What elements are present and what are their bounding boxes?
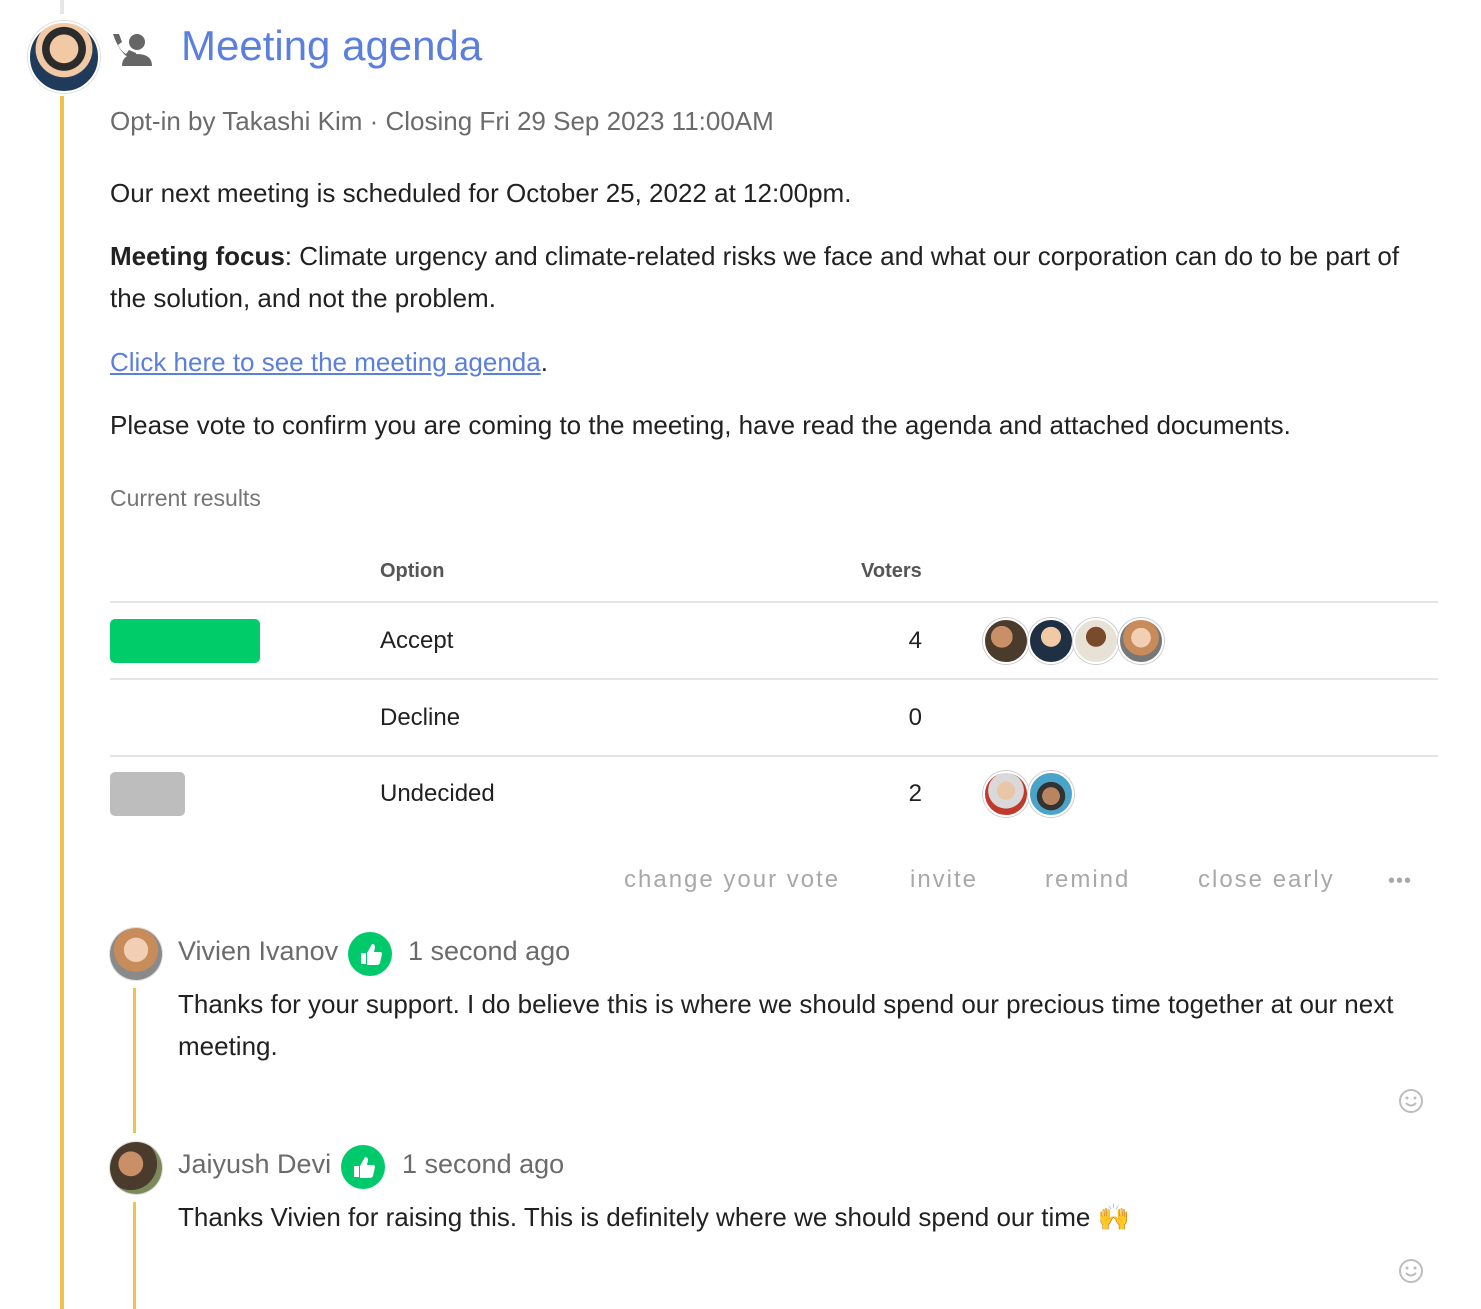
opt-in-poll-icon [113, 34, 152, 66]
result-bar-accept [110, 619, 260, 663]
poll-meta: Opt-in by Takashi Kim · Closing Fri 29 S… [110, 106, 774, 136]
poll-title[interactable]: Meeting agenda [181, 22, 482, 70]
result-bar-undecided [110, 772, 185, 816]
vote-request: Please vote to confirm you are coming to… [110, 410, 1291, 440]
voter-avatar[interactable] [983, 771, 1029, 817]
thumbs-up-icon [354, 1157, 375, 1178]
close-early-button[interactable]: close early [1198, 866, 1335, 894]
comment-body: Thanks for your support. I do believe th… [178, 989, 1394, 1061]
comment-thread-line [133, 988, 136, 1133]
poll-focus-paragraph: Meeting focus: Climate urgency and clima… [110, 235, 1440, 319]
voter-avatar[interactable] [1118, 618, 1164, 664]
focus-label: Meeting focus [110, 241, 285, 271]
comment-author-name[interactable]: Jaiyush Devi [178, 1149, 331, 1180]
agenda-link-suffix: . [540, 347, 548, 377]
option-label-accept: Accept [380, 627, 454, 654]
comment-timestamp: 1 second ago [408, 936, 571, 966]
agree-badge [341, 1145, 385, 1189]
focus-text: : Climate urgency and climate-related ri… [110, 241, 1400, 313]
voter-count-undecided: 2 [908, 780, 922, 807]
add-reaction-icon[interactable] [1398, 1258, 1424, 1284]
agenda-link-paragraph: Click here to see the meeting agenda. [110, 341, 1440, 383]
remind-button[interactable]: remind [1045, 866, 1130, 894]
column-header-option: Option [380, 560, 445, 582]
add-reaction-icon[interactable] [1398, 1088, 1424, 1114]
comment-author-avatar[interactable] [110, 1142, 162, 1194]
row-divider [110, 678, 1438, 680]
agree-badge [348, 932, 392, 976]
option-label-decline: Decline [380, 704, 461, 731]
thread-timeline [60, 96, 64, 1309]
voter-count-accept: 4 [908, 627, 922, 654]
row-divider [110, 601, 1438, 603]
voter-avatar[interactable] [1073, 618, 1119, 664]
voter-avatar[interactable] [1028, 771, 1074, 817]
invite-button[interactable]: invite [910, 866, 978, 894]
current-results-label: Current results [110, 485, 261, 511]
column-header-voters: Voters [861, 560, 922, 582]
comment-author-avatar[interactable] [110, 928, 162, 980]
change-vote-button[interactable]: change your vote [624, 866, 840, 894]
comment-timestamp: 1 second ago [402, 1149, 565, 1179]
row-divider [110, 755, 1438, 757]
thumbs-up-icon [361, 944, 382, 965]
timeline-top [60, 0, 64, 14]
comment-thread-line [133, 1202, 136, 1309]
agenda-link[interactable]: Click here to see the meeting agenda [110, 347, 541, 377]
voter-count-decline: 0 [908, 704, 922, 731]
voter-avatar[interactable] [1028, 618, 1074, 664]
voter-avatar[interactable] [983, 618, 1029, 664]
poll-body-line1: Our next meeting is scheduled for Octobe… [110, 178, 852, 208]
option-label-undecided: Undecided [380, 780, 495, 807]
author-avatar[interactable] [28, 21, 100, 93]
comment-body: Thanks Vivien for raising this. This is … [178, 1202, 1130, 1232]
comment-author-name[interactable]: Vivien Ivanov [178, 936, 338, 967]
more-actions-button[interactable]: ••• [1388, 870, 1412, 893]
